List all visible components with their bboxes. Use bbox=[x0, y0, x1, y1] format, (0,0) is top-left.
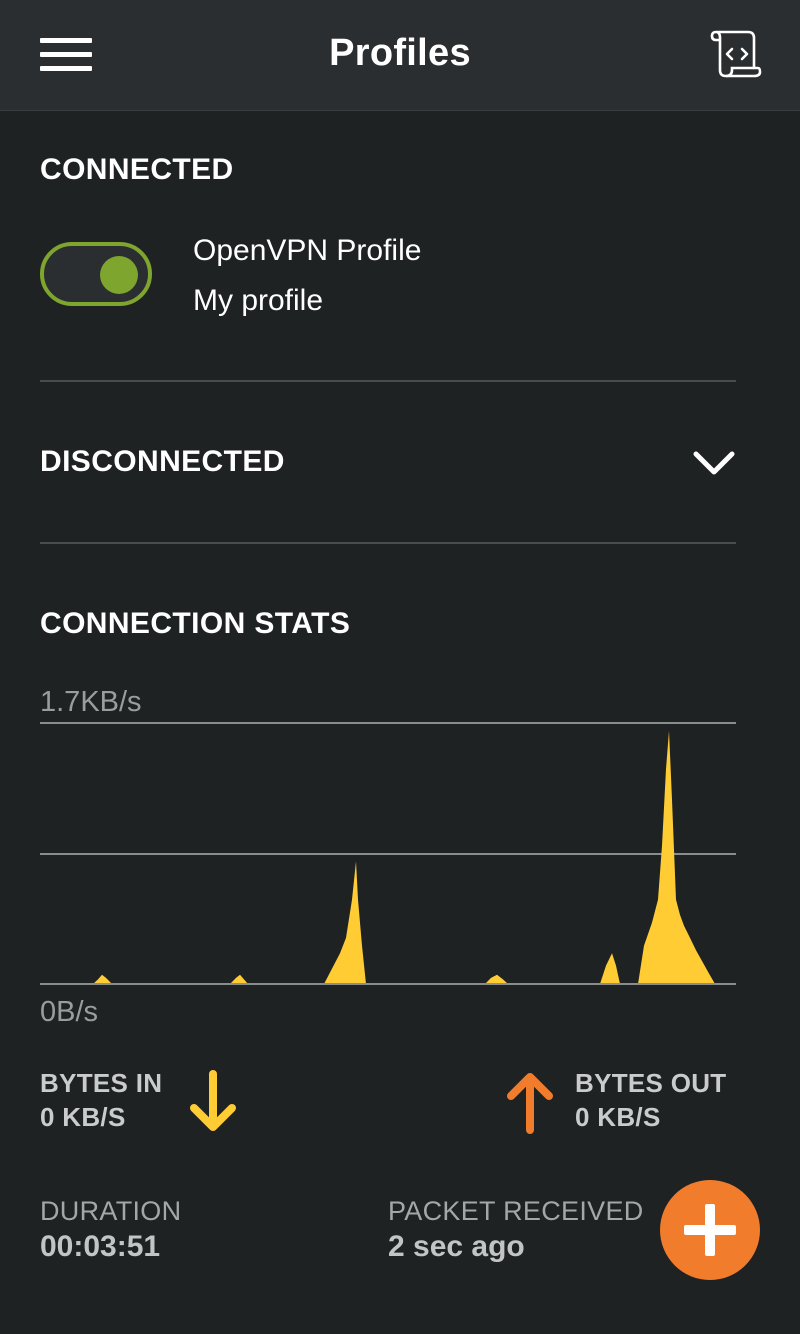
page-title: Profiles bbox=[329, 32, 471, 74]
y-min-label: 0B/s bbox=[40, 996, 98, 1028]
profile-name[interactable]: OpenVPN Profile bbox=[193, 234, 421, 268]
duration-value: 00:03:51 bbox=[40, 1230, 161, 1263]
bytes-in-area-series bbox=[40, 730, 740, 984]
divider bbox=[40, 380, 736, 382]
packet-received-value: 2 sec ago bbox=[388, 1230, 525, 1263]
disconnected-heading[interactable]: DISCONNECTED bbox=[40, 445, 285, 479]
arrow-up-icon bbox=[505, 1070, 555, 1134]
divider bbox=[40, 542, 736, 544]
top-app-bar: Profiles bbox=[0, 0, 800, 111]
connected-heading: CONNECTED bbox=[40, 153, 234, 186]
bytes-in-value: 0 KB/S bbox=[40, 1102, 126, 1132]
bytes-in-label: BYTES IN bbox=[40, 1068, 163, 1098]
bytes-out-value: 0 KB/S bbox=[575, 1102, 661, 1132]
profile-subtitle: My profile bbox=[193, 284, 324, 317]
add-profile-button[interactable] bbox=[660, 1180, 760, 1280]
chevron-down-icon[interactable] bbox=[692, 448, 736, 478]
plus-icon-stem bbox=[705, 1204, 715, 1256]
log-scroll-icon[interactable] bbox=[708, 28, 762, 80]
packet-received-label: PACKET RECEIVED bbox=[388, 1196, 644, 1226]
profile-connection-toggle[interactable] bbox=[40, 242, 152, 306]
connection-stats-heading: CONNECTION STATS bbox=[40, 607, 351, 640]
duration-label: DURATION bbox=[40, 1196, 182, 1226]
bytes-out-label: BYTES OUT bbox=[575, 1068, 727, 1098]
bandwidth-chart: 1.7KB/s 0B/s bbox=[40, 686, 740, 1028]
y-max-label: 1.7KB/s bbox=[40, 686, 142, 718]
toggle-knob bbox=[100, 256, 138, 294]
arrow-down-icon bbox=[188, 1070, 238, 1134]
